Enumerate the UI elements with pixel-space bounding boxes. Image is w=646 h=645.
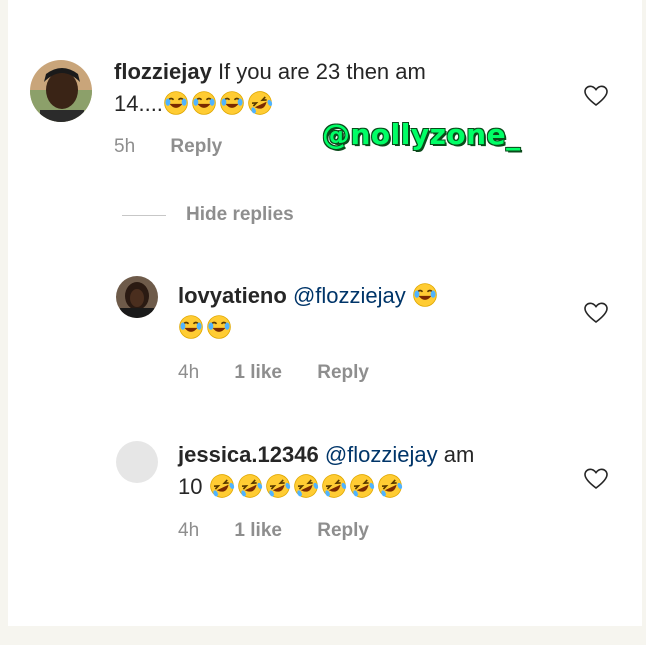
joy-emoji-icon <box>178 314 204 340</box>
heart-icon[interactable] <box>584 468 608 490</box>
hide-replies-button[interactable]: Hide replies <box>186 204 294 226</box>
comments-panel: flozziejay If you are 23 then am 14.... … <box>8 0 642 626</box>
rofl-emoji-icon <box>209 473 235 499</box>
reply-button[interactable]: Reply <box>317 520 369 541</box>
comment-meta: 5h Reply <box>114 136 252 158</box>
comment-text: flozziejay If you are 23 then am 14.... <box>114 56 534 120</box>
reply-meta: 4h 1 like Reply <box>178 520 399 542</box>
reply-username[interactable]: lovyatieno <box>178 283 287 308</box>
reply-time: 4h <box>178 520 200 541</box>
heart-icon[interactable] <box>584 302 608 324</box>
rofl-emoji-icon <box>321 473 347 499</box>
joy-emoji-icon <box>206 314 232 340</box>
reply-time: 4h <box>178 362 200 383</box>
rofl-emoji-icon <box>349 473 375 499</box>
rofl-emoji-icon <box>377 473 403 499</box>
joy-emoji-icon <box>219 90 245 116</box>
comment-username[interactable]: flozziejay <box>114 59 212 84</box>
comment-body-line1: If you are 23 then am <box>217 59 426 84</box>
mention-link[interactable]: @flozziejay <box>325 442 438 467</box>
likes-count[interactable]: 1 like <box>234 362 282 383</box>
avatar[interactable] <box>116 276 158 318</box>
likes-count[interactable]: 1 like <box>234 520 282 541</box>
rofl-emoji-icon <box>247 90 273 116</box>
mention-link[interactable]: @flozziejay <box>293 283 406 308</box>
reply-username[interactable]: jessica.12346 <box>178 442 319 467</box>
rofl-emoji-icon <box>265 473 291 499</box>
reply-button[interactable]: Reply <box>170 136 222 157</box>
reply-body: am <box>443 442 475 467</box>
reply-text: jessica.12346 @flozziejay am 10 <box>178 439 558 503</box>
reply-text: lovyatieno @flozziejay <box>178 280 538 344</box>
heart-icon[interactable] <box>584 85 608 107</box>
joy-emoji-icon <box>191 90 217 116</box>
comment-time: 5h <box>114 136 136 157</box>
rofl-emoji-icon <box>237 473 263 499</box>
joy-emoji-icon <box>163 90 189 116</box>
reply-meta: 4h 1 like Reply <box>178 362 399 384</box>
watermark: @nollyzone_ <box>322 118 521 151</box>
reply-button[interactable]: Reply <box>317 362 369 383</box>
reply-body-line2: 10 <box>178 474 203 499</box>
avatar[interactable] <box>116 441 158 483</box>
divider <box>122 215 166 216</box>
avatar[interactable] <box>30 60 92 122</box>
rofl-emoji-icon <box>293 473 319 499</box>
joy-emoji-icon <box>412 282 438 308</box>
comment-body-line2: 14.... <box>114 91 163 116</box>
